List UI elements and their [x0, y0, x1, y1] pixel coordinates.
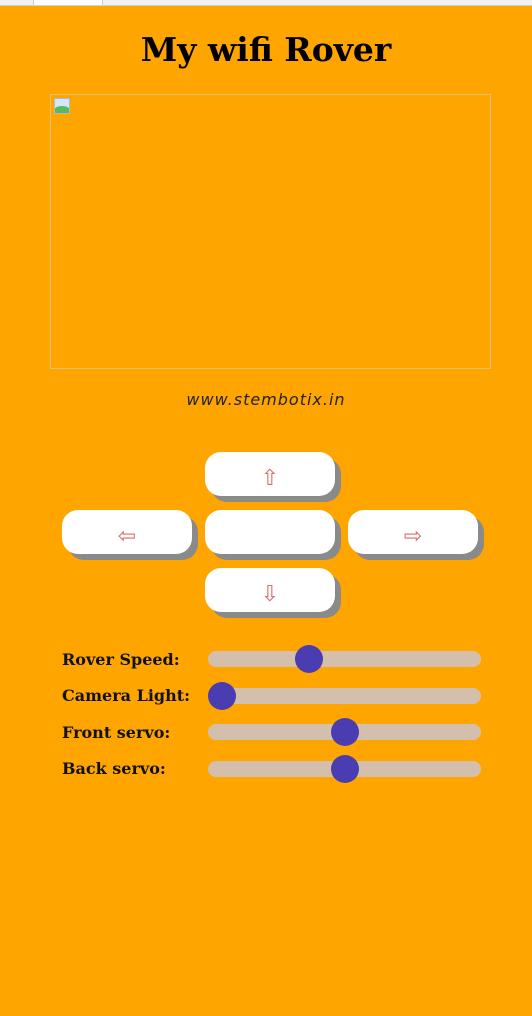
rover-speed-thumb[interactable]: [295, 645, 323, 673]
forward-button[interactable]: ⇧: [205, 452, 335, 496]
stop-button[interactable]: [205, 510, 335, 554]
backward-button[interactable]: ⇩: [205, 568, 335, 612]
camera-light-thumb[interactable]: [207, 682, 236, 710]
left-button[interactable]: ⇦: [62, 510, 192, 554]
camera-stream: [50, 94, 491, 369]
broken-image-icon: [54, 98, 70, 114]
back-servo-slider[interactable]: [208, 755, 481, 783]
camera-light-label: Camera Light:: [62, 686, 191, 705]
back-servo-thumb[interactable]: [330, 755, 359, 783]
arrow-left-icon: ⇦: [117, 523, 137, 549]
camera-light-slider[interactable]: [207, 682, 481, 710]
rover-speed-slider[interactable]: [208, 645, 481, 673]
page-title: My wifi Rover: [140, 30, 392, 69]
arrow-up-icon: ⇧: [260, 465, 280, 491]
rover-speed-label: Rover Speed:: [62, 650, 180, 669]
browser-tab[interactable]: [33, 0, 103, 5]
browser-tab-strip: [0, 0, 532, 6]
back-servo-label: Back servo:: [62, 759, 166, 778]
website-label: www.stembotix.in: [186, 390, 346, 409]
front-servo-label: Front servo:: [62, 723, 171, 742]
arrow-right-icon: ⇨: [403, 523, 423, 549]
front-servo-thumb[interactable]: [330, 718, 359, 746]
front-servo-slider[interactable]: [208, 718, 481, 746]
right-button[interactable]: ⇨: [348, 510, 478, 554]
arrow-down-icon: ⇩: [260, 581, 280, 607]
